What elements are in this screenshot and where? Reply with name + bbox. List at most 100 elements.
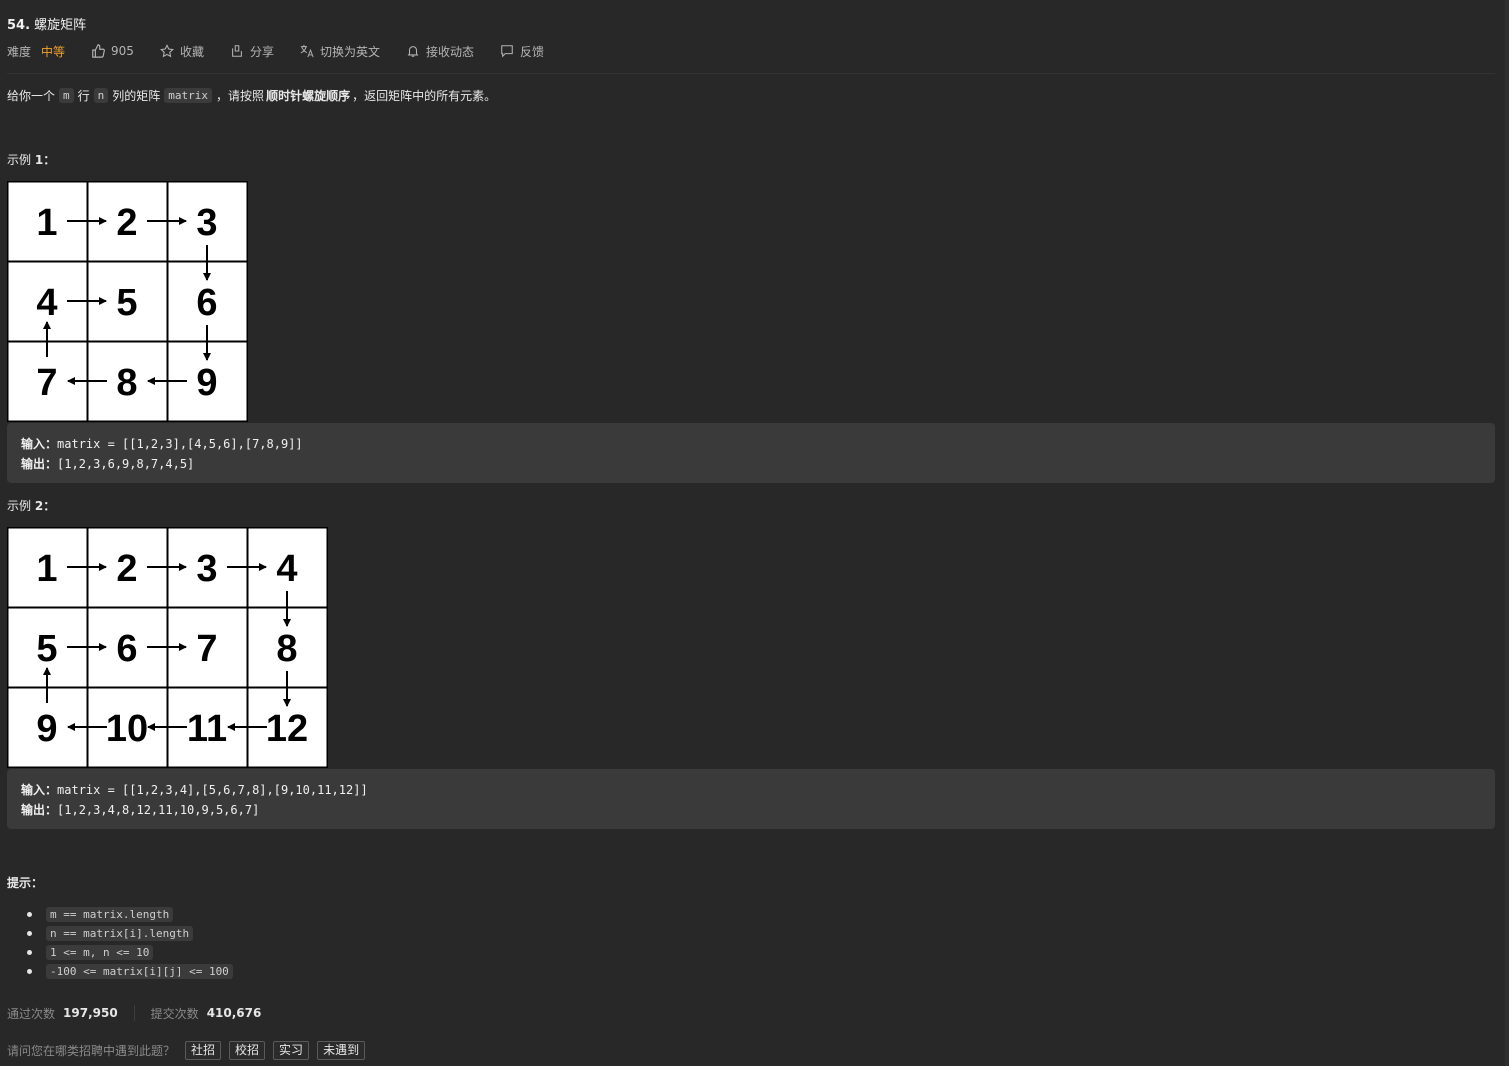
survey-option-none[interactable]: 未遇到: [317, 1040, 366, 1060]
example-1-input: 输入：matrix = [[1,2,3],[4,5,6],[7,8,9]]: [21, 434, 1481, 454]
output-value: [1,2,3,6,9,8,7,4,5]: [57, 457, 195, 471]
example-2-title: 示例 2：: [7, 497, 55, 514]
desc-text: 列的矩阵: [112, 89, 161, 103]
subscribe-button[interactable]: 接收动态: [406, 43, 474, 60]
survey-option-intern[interactable]: 实习: [273, 1040, 310, 1060]
problem-title: 54. 螺旋矩阵: [7, 14, 86, 33]
feedback-button[interactable]: 反馈: [500, 43, 544, 60]
difficulty: 难度 中等: [7, 43, 65, 60]
comment-icon: [501, 45, 513, 58]
survey-option-social[interactable]: 社招: [185, 1040, 222, 1060]
matrix-cell-value: 10: [106, 708, 148, 750]
code-m: m: [59, 88, 74, 103]
switch-language-button[interactable]: 切换为英文: [300, 43, 380, 60]
feedback-label: 反馈: [520, 44, 545, 59]
example-2-code-block: 输入：matrix = [[1,2,3,4],[5,6,7,8],[9,10,1…: [7, 769, 1495, 829]
hint-item: n == matrix[i].length: [27, 924, 237, 943]
hint-code: m == matrix.length: [46, 907, 174, 922]
share-icon: [232, 45, 242, 57]
example-1-output: 输出：[1,2,3,6,9,8,7,4,5]: [21, 454, 1481, 474]
divider: [7, 73, 1495, 74]
matrix-cell-value: 7: [196, 628, 217, 670]
submitted-value: 410,676: [206, 1006, 262, 1020]
scrollbar[interactable]: [1505, 0, 1509, 1066]
survey-option-campus[interactable]: 校招: [229, 1040, 266, 1060]
code-n: n: [93, 88, 109, 103]
hint-item: -100 <= matrix[i][j] <= 100: [27, 962, 237, 981]
example-1-title: 示例 1：: [7, 151, 55, 168]
stats-separator: [133, 1005, 135, 1021]
bell-icon: [407, 46, 419, 57]
difficulty-label: 难度: [7, 44, 32, 59]
meta-bar: 难度 中等 905 收藏 分享 切换为英文 接收动态 反馈: [7, 42, 570, 60]
like-count: 905: [111, 44, 134, 58]
input-value: matrix = [[1,2,3,4],[5,6,7,8],[9,10,11,1…: [57, 783, 368, 797]
accepted-label: 通过次数: [7, 1006, 56, 1021]
share-button[interactable]: 分享: [230, 43, 274, 60]
subscribe-label: 接收动态: [425, 44, 474, 59]
problem-number: 54.: [7, 18, 31, 33]
input-label: 输入：: [21, 783, 58, 797]
desc-text: 给你一个: [7, 89, 56, 103]
favorite-button[interactable]: 收藏: [159, 43, 204, 60]
input-value: matrix = [[1,2,3],[4,5,6],[7,8,9]]: [57, 437, 303, 451]
accepted-value: 197,950: [63, 1006, 118, 1020]
star-icon: [159, 44, 174, 58]
translate-icon: [300, 44, 314, 58]
survey-question: 请问您在哪类招聘中遇到此题？: [7, 1043, 176, 1058]
desc-text: ，请按照: [216, 89, 265, 103]
input-label: 输入：: [21, 437, 58, 451]
output-label: 输出：: [21, 457, 58, 471]
matrix-cell-value: 9: [196, 362, 217, 404]
matrix-cell-value: 9: [36, 708, 57, 750]
code-matrix: matrix: [164, 88, 213, 103]
difficulty-value: 中等: [41, 44, 66, 59]
switch-language-label: 切换为英文: [319, 44, 380, 59]
example-2-output: 输出：[1,2,3,4,8,12,11,10,9,5,6,7]: [21, 800, 1481, 820]
hint-code: 1 <= m, n <= 10: [46, 945, 154, 960]
matrix-cell-value: 3: [196, 202, 217, 244]
example-title-num: 1：: [34, 153, 56, 167]
matrix-cell-value: 1: [36, 548, 57, 590]
hints-title: 提示：: [7, 876, 44, 890]
favorite-label: 收藏: [179, 44, 204, 59]
matrix-cell-value: 6: [116, 628, 137, 670]
matrix-cell-value: 1: [36, 202, 57, 244]
matrix-cell-value: 2: [116, 548, 137, 590]
example-2-input: 输入：matrix = [[1,2,3,4],[5,6,7,8],[9,10,1…: [21, 780, 1481, 800]
matrix-cell-value: 8: [116, 362, 137, 404]
matrix-cell-value: 6: [196, 282, 217, 324]
matrix-cell-value: 5: [116, 282, 137, 324]
matrix-cell-value: 4: [36, 282, 57, 324]
stats-bar: 通过次数 197,950 提交次数 410,676: [7, 1004, 261, 1022]
desc-bold: 顺时针螺旋顺序: [266, 89, 351, 103]
example-2-matrix-image: 1 2 3 45 6 7 89 10 11 12: [7, 527, 328, 768]
matrix-cell-value: 11: [187, 708, 227, 750]
like-button[interactable]: 905: [91, 44, 134, 58]
problem-description: 给你一个 m 行 n 列的矩阵 matrix ，请按照 顺时针螺旋顺序 ，返回矩…: [7, 87, 496, 104]
desc-text: ，返回矩阵中的所有元素。: [352, 89, 497, 103]
matrix-cell-value: 4: [276, 548, 297, 590]
example-title-prefix: 示例: [7, 153, 32, 167]
matrix-cell-value: 2: [116, 202, 137, 244]
matrix-cell-value: 5: [36, 628, 57, 670]
example-1-matrix-image: 1 2 3 4 5 6 7 8 9: [7, 181, 248, 422]
submitted-label: 提交次数: [150, 1006, 199, 1021]
matrix-cell-value: 8: [276, 628, 297, 670]
problem-name: 螺旋矩阵: [34, 18, 87, 33]
matrix-cell-value: 3: [196, 548, 217, 590]
example-title-prefix: 示例: [7, 499, 32, 513]
matrix-cell-value: 7: [36, 362, 57, 404]
example-title-num: 2：: [34, 499, 56, 513]
thumbs-up-icon: [92, 44, 105, 58]
hint-item: m == matrix.length: [27, 905, 237, 924]
hint-code: n == matrix[i].length: [46, 926, 194, 941]
matrix-cell-value: 12: [266, 708, 308, 750]
example-1-code-block: 输入：matrix = [[1,2,3],[4,5,6],[7,8,9]] 输出…: [7, 423, 1495, 483]
desc-text: 行: [77, 89, 90, 103]
output-label: 输出：: [21, 803, 58, 817]
hints-list: m == matrix.length n == matrix[i].length…: [27, 905, 237, 981]
share-label: 分享: [249, 44, 274, 59]
hint-code: -100 <= matrix[i][j] <= 100: [46, 964, 233, 979]
interview-survey: 请问您在哪类招聘中遇到此题？ 社招 校招 实习 未遇到: [7, 1040, 366, 1060]
